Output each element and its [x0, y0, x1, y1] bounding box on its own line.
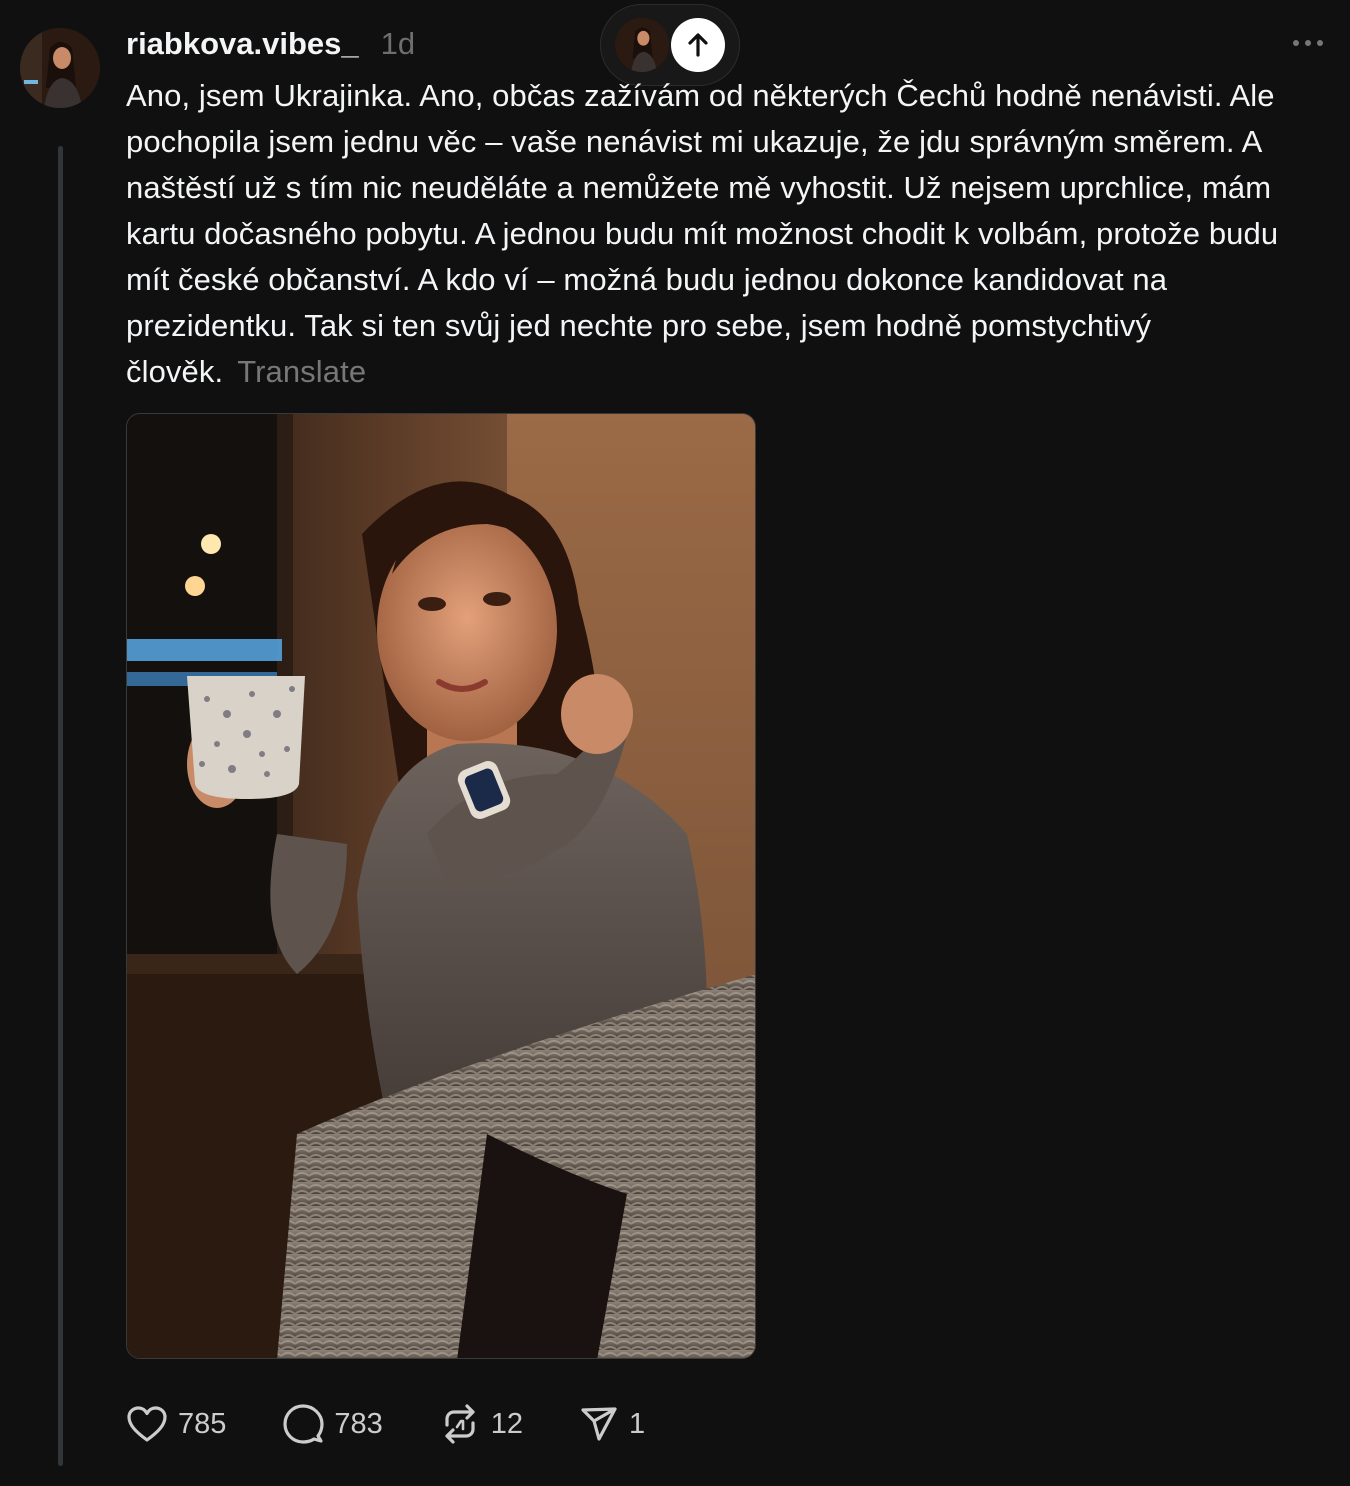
heart-icon: [127, 1406, 167, 1442]
author-avatar[interactable]: [20, 28, 100, 108]
repost-count: 12: [490, 1407, 524, 1440]
share-count: 1: [629, 1407, 646, 1440]
post-photo[interactable]: [126, 413, 756, 1359]
like-count: 785: [178, 1407, 227, 1440]
repost-icon: [445, 1404, 475, 1444]
comment-bubble-icon: [283, 1404, 324, 1444]
thread-line: [58, 146, 63, 1466]
more-options-button[interactable]: [1288, 28, 1328, 58]
post-timestamp[interactable]: 1d: [381, 26, 415, 62]
action-bar: 785 783 12 1: [126, 1400, 701, 1448]
post-body: Ano, jsem Ukrajinka. Ano, občas zažívám …: [126, 73, 1321, 395]
repost-button[interactable]: 12: [439, 1403, 523, 1445]
share-button[interactable]: 1: [579, 1404, 645, 1444]
more-horizontal-icon: [1293, 40, 1323, 46]
pill-avatar: [615, 18, 669, 72]
comment-count: 783: [334, 1407, 383, 1440]
post-text: Ano, jsem Ukrajinka. Ano, občas zažívám …: [126, 78, 1279, 389]
post-header: riabkova.vibes_ 1d: [126, 22, 415, 66]
like-button[interactable]: 785: [126, 1404, 226, 1444]
comment-button[interactable]: 783: [282, 1403, 383, 1445]
arrow-up-icon[interactable]: [671, 18, 725, 72]
paper-plane-icon: [581, 1407, 617, 1441]
thread-post: riabkova.vibes_ 1d Ano, jsem Ukrajinka. …: [0, 0, 1350, 1486]
username-link[interactable]: riabkova.vibes_: [126, 26, 359, 62]
translate-link[interactable]: Translate: [237, 354, 366, 389]
